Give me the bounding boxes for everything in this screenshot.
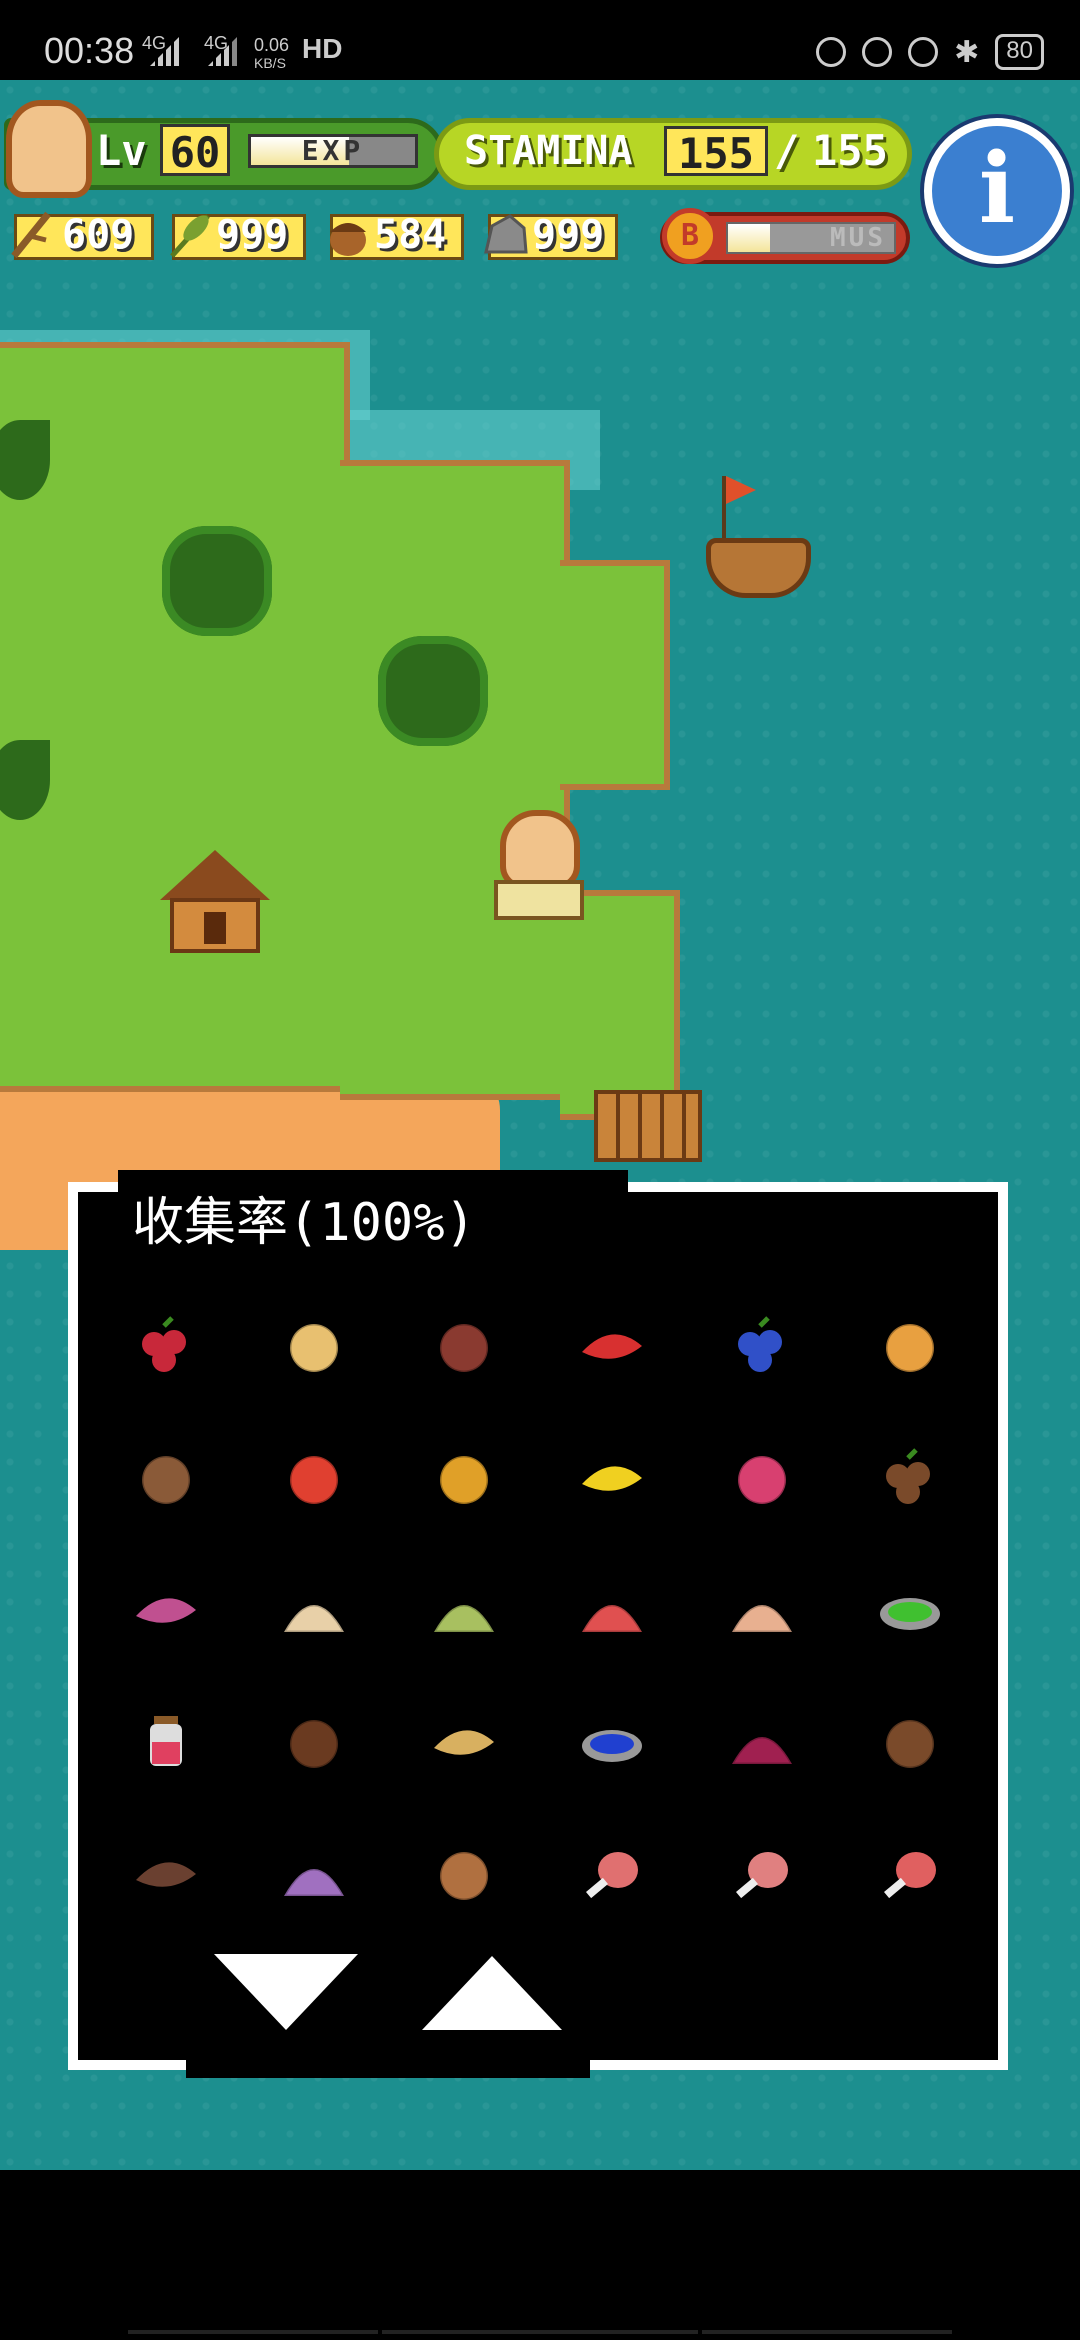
signal-label-1: 4G — [142, 33, 167, 53]
resource-stone-value: 999 — [532, 212, 605, 258]
dragonfruit-icon[interactable] — [722, 1438, 802, 1518]
bush[interactable] — [378, 636, 488, 746]
lock-rotation-icon — [862, 37, 893, 67]
nav-indicator — [382, 2330, 698, 2334]
coconut-icon[interactable] — [870, 1702, 950, 1782]
walnut-icon[interactable] — [126, 1438, 206, 1518]
nut-icon[interactable] — [424, 1306, 504, 1386]
status-time: 00:38 — [44, 30, 135, 71]
wooden-fence[interactable] — [594, 1090, 702, 1162]
jam-jar-icon[interactable] — [126, 1702, 206, 1782]
blue-sauce-dish-icon[interactable] — [572, 1702, 652, 1782]
panel-bottom-tab — [186, 2058, 590, 2078]
resource-acorn-value: 584 — [374, 212, 447, 258]
potato-icon[interactable] — [274, 1306, 354, 1386]
info-icon: i — [978, 132, 1016, 245]
leaf-icon — [166, 206, 216, 262]
raspberry-icon[interactable] — [126, 1306, 206, 1386]
island-land[interactable] — [340, 460, 570, 1100]
coconut-half-icon[interactable] — [274, 1702, 354, 1782]
stamina-label: STAMINA — [464, 128, 633, 174]
coffee-bean-icon[interactable] — [870, 1438, 950, 1518]
hut-door — [204, 912, 226, 944]
system-nav-area — [0, 2170, 1080, 2340]
sweet-potato-icon[interactable] — [126, 1570, 206, 1650]
chocolate-bar-icon[interactable] — [126, 1834, 206, 1914]
hut-roof[interactable] — [160, 850, 270, 900]
resource-wood-value: 609 — [62, 212, 135, 258]
battery-icon: 80 — [995, 34, 1044, 70]
blueberry-icon[interactable] — [722, 1306, 802, 1386]
pineapple-icon[interactable] — [424, 1438, 504, 1518]
hd-icon: HD — [302, 33, 343, 64]
network-speed-unit: KB/S — [254, 55, 286, 71]
stamina-current: 155 — [664, 126, 768, 178]
stone-icon — [480, 206, 530, 262]
scroll-down-arrow[interactable] — [214, 1954, 358, 2030]
bush[interactable] — [162, 526, 272, 636]
branch-icon — [8, 206, 58, 262]
stamina-separator: / — [774, 126, 800, 175]
purple-powder-icon[interactable] — [274, 1834, 354, 1914]
resource-leaf-value: 999 — [216, 212, 289, 258]
bonus-gauge: MUS — [726, 222, 896, 254]
mushroom-icon[interactable] — [572, 1306, 652, 1386]
cocoa-pod-icon[interactable] — [424, 1702, 504, 1782]
status-bar: 00:38 4G 4G 0.06 KB/S HD ✱ 80 — [0, 0, 1080, 80]
meat-bone-icon[interactable] — [572, 1834, 652, 1914]
alarm-icon — [908, 37, 939, 67]
player-character[interactable] — [500, 810, 580, 890]
spice-pile-icon[interactable] — [722, 1570, 802, 1650]
stamina-max: 155 — [812, 126, 888, 175]
player-body — [494, 880, 584, 920]
player-avatar[interactable] — [6, 100, 92, 198]
exp-bar: EXP — [248, 134, 418, 168]
collection-rate-title: 收集率(100%) — [132, 1193, 476, 1253]
island-land[interactable] — [560, 560, 670, 790]
nav-indicator — [702, 2330, 952, 2334]
boat[interactable] — [706, 538, 811, 598]
green-sauce-dish-icon[interactable] — [870, 1570, 950, 1650]
island-land[interactable] — [560, 890, 680, 1120]
banana-icon[interactable] — [572, 1438, 652, 1518]
bonus-coin-icon: B — [662, 208, 718, 264]
seed-icon[interactable] — [424, 1834, 504, 1914]
scroll-up-arrow[interactable] — [422, 1956, 562, 2030]
level-value: 60 — [160, 124, 230, 177]
bluetooth-icon: ✱ — [954, 34, 980, 70]
signal-label-2: 4G — [204, 33, 229, 53]
tomato-icon[interactable] — [274, 1438, 354, 1518]
collection-panel — [68, 1182, 1008, 2070]
onion-icon[interactable] — [870, 1306, 950, 1386]
red-powder-icon[interactable] — [572, 1570, 652, 1650]
ham-icon[interactable] — [870, 1834, 950, 1914]
green-powder-icon[interactable] — [424, 1570, 504, 1650]
acorn-icon — [322, 206, 372, 262]
exp-label: EXP — [301, 134, 365, 167]
info-button[interactable]: i — [924, 118, 1070, 264]
bonus-gauge-label: MUS — [830, 223, 886, 253]
nav-indicator — [128, 2330, 378, 2334]
level-label: Lv — [96, 126, 147, 175]
network-speed: 0.06 — [254, 35, 290, 55]
boat-flag — [726, 476, 756, 504]
status-right-group: ✱ 80 — [816, 34, 1044, 70]
berry-pile-icon[interactable] — [722, 1702, 802, 1782]
island-land[interactable] — [0, 342, 350, 1092]
flour-pile-icon[interactable] — [274, 1570, 354, 1650]
bell-muted-icon — [816, 37, 847, 67]
drumstick-icon[interactable] — [722, 1834, 802, 1914]
